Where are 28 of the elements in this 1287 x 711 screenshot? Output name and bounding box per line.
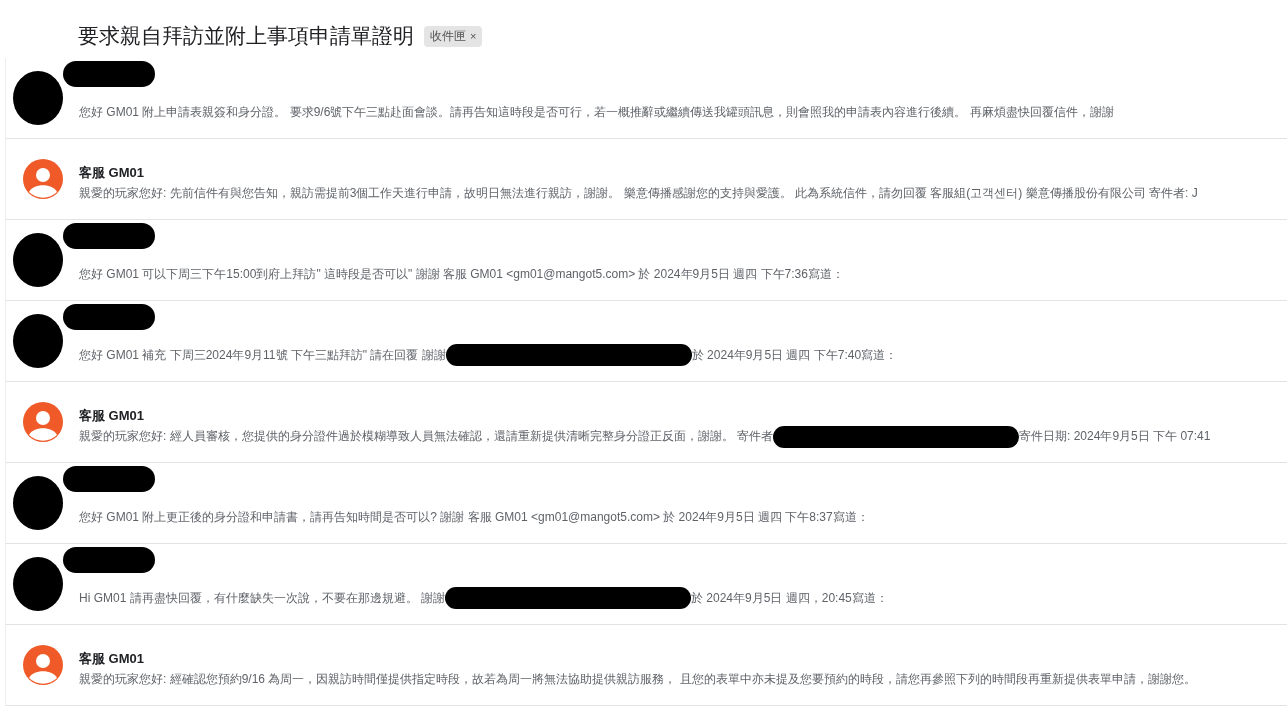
sender-name: 客服 GM01: [79, 406, 145, 425]
message-snippet: Hi GM01 請再盡快回覆，有什麼缺失一次說，不要在那邊規避。 謝謝: [79, 589, 445, 607]
message-row[interactable]: 您好 GM01 補充 下周三2024年9月11號 下午三點拜訪" 請在回覆 謝謝 於 2024年9月5日 週四 下午7:40寫道：: [6, 301, 1287, 382]
message-row[interactable]: Hi GM01 請再盡快回覆，有什麼缺失一次說，不要在那邊規避。 謝謝 於 2024年9月5日 週四，20:45寫道：: [6, 544, 1287, 625]
thread-subject: 要求親自拜訪並附上事項申請單證明: [78, 23, 414, 49]
avatar-icon: [22, 402, 63, 442]
inbox-label: 收件匣 ×: [424, 25, 483, 47]
message-row[interactable]: 您好 GM01 附上申請表親簽和身分證。 要求9/6號下午三點赴面會談。請再告知這時段是否可行，若一概推辭或繼續傳送我罐頭訊息，則會照我的申請表內容進行後續。 再麻煩盡快回覆信件，謝謝: [6, 58, 1287, 139]
message-snippet: 您好 GM01 附上申請表親簽和身分證。 要求9/6號下午三點赴面會談。請再告知這時段是否可行，若一概推辭或繼續傳送我罐頭訊息，則會照我的申請表內容進行後續。 再麻煩盡快回覆信件，謝謝: [79, 103, 1114, 121]
message-snippet: 寄件日期: 2024年9月5日 下午 07:41: [1019, 428, 1211, 445]
sender-name: 客服 GM01: [79, 649, 145, 668]
avatar-icon: [22, 645, 63, 685]
message-snippet: 您好 GM01 可以下周三下午15:00到府上拜訪" 這時段是否可以" 謝謝 客服 GM01 <gm01@mangot5.com> 於 2024年9月5日 週四 下午7:36寫道：: [79, 265, 844, 283]
message-snippet: 親愛的玩家您好: 先前信件有與您告知，親訪需提前3個工作天進行申請，故明日無法進行親訪，謝謝。 樂意傳播感謝您的支持與愛護。 此為系統信件，請勿回覆 客服組(고객센터) 樂意傳播股份有限公司 寄件者: J: [79, 185, 1198, 202]
message-row[interactable]: 您好 GM01 附上更正後的身分證和申請書，請再告知時間是否可以? 謝謝 客服 GM01 <gm01@mangot5.com> 於 2024年9月5日 週四 下午8:37寫道：: [6, 463, 1287, 544]
message-snippet: 於 2024年9月5日 週四 下午7:40寫道：: [691, 346, 898, 364]
avatar-icon: [22, 159, 63, 199]
sender-name: 客服 GM01: [79, 163, 145, 182]
message-row[interactable]: 客服 GM01 親愛的玩家您好: 經確認您預約9/16 為周一，因親訪時間僅提供指定時段，故若為周一將無法協助提供親訪服務， 且您的表單中亦未提及您要預約的時段，請您再參照下列的時間段再重新提供表單申請，謝謝您。: [6, 625, 1287, 706]
message-snippet: 您好 GM01 補充 下周三2024年9月11號 下午三點拜訪" 請在回覆 謝謝: [79, 346, 446, 364]
message-row[interactable]: 您好 GM01 可以下周三下午15:00到府上拜訪" 這時段是否可以" 謝謝 客服 GM01 <gm01@mangot5.com> 於 2024年9月5日 週四 下午7:36寫道：: [6, 220, 1287, 301]
message-row[interactable]: 客服 GM01 親愛的玩家您好: 先前信件有與您告知，親訪需提前3個工作天進行申請，故明日無法進行親訪，謝謝。 樂意傳播感謝您的支持與愛護。 此為系統信件，請勿回覆 客服組(고객센터) 樂意傳播股份有限公司 寄件者: J: [6, 139, 1287, 220]
message-snippet: 您好 GM01 附上更正後的身分證和申請書，請再告知時間是否可以? 謝謝 客服 GM01 <gm01@mangot5.com> 於 2024年9月5日 週四 下午8:37寫道：: [79, 508, 869, 526]
message-snippet: 親愛的玩家您好: 經確認您預約9/16 為周一，因親訪時間僅提供指定時段，故若為周一將無法協助提供親訪服務， 且您的表單中亦未提及您要預約的時段，請您再參照下列的時間段再重新提供表單申請，謝謝您。: [79, 671, 1196, 688]
message-row[interactable]: 客服 GM01 親愛的玩家您好: 經人員審核，您提供的身分證件過於模糊導致人員無法確認，還請重新提供清晰完整身分證正反面，謝謝。 寄件者 寄件日期: 2024年9月5日 下午 07:41: [6, 382, 1287, 463]
message-snippet: 親愛的玩家您好: 經人員審核，您提供的身分證件過於模糊導致人員無法確認，還請重新提供清晰完整身分證正反面，謝謝。 寄件者: [79, 428, 773, 445]
message-snippet: 於 2024年9月5日 週四，20:45寫道：: [691, 589, 888, 607]
remove-label-button[interactable]: ×: [470, 30, 477, 42]
